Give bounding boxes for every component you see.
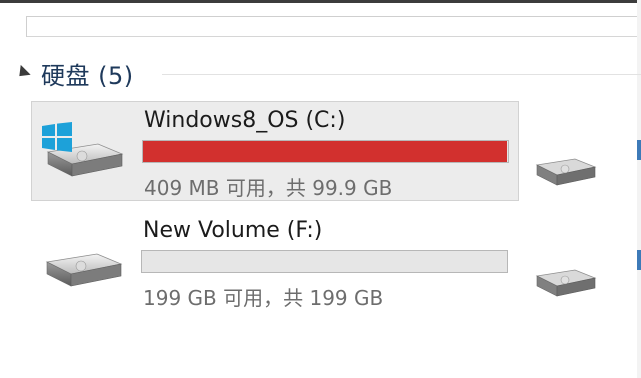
drive-usage-fill: [143, 141, 507, 162]
window-top-border: [0, 0, 641, 3]
toolbar-divider: [26, 16, 641, 17]
pane-divider: [26, 16, 27, 37]
explorer-this-pc-view: 硬盘 (5) Windows8_OS (C:) 409 MB 可用，共 99.9…: [0, 0, 641, 378]
scroll-marker: [637, 140, 641, 160]
collapse-arrow-icon[interactable]: [14, 64, 31, 82]
scroll-marker: [637, 250, 641, 270]
drive-tile-f[interactable]: New Volume (F:) 199 GB 可用，共 199 GB: [31, 212, 519, 312]
hard-drive-icon[interactable]: [535, 256, 597, 302]
hard-drive-icon[interactable]: [535, 145, 597, 191]
group-separator-line: [162, 74, 641, 75]
drive-tile-c[interactable]: Windows8_OS (C:) 409 MB 可用，共 99.9 GB: [31, 101, 519, 201]
hard-drive-icon: [45, 253, 123, 287]
drive-free-space: 409 MB 可用，共 99.9 GB: [144, 176, 393, 200]
drive-usage-bar: [141, 250, 508, 273]
drive-usage-bar: [142, 140, 509, 163]
windows-system-drive-icon: [42, 122, 124, 177]
drive-free-space: 199 GB 可用，共 199 GB: [143, 286, 384, 310]
vertical-scrollbar[interactable]: [637, 0, 641, 378]
drive-name: New Volume (F:): [143, 218, 323, 243]
group-title: 硬盘 (5): [41, 61, 134, 90]
drive-name: Windows8_OS (C:): [144, 108, 346, 133]
windows-logo: [42, 122, 72, 152]
hard-drives-group-header[interactable]: 硬盘 (5): [14, 56, 134, 90]
content-divider: [26, 36, 641, 37]
